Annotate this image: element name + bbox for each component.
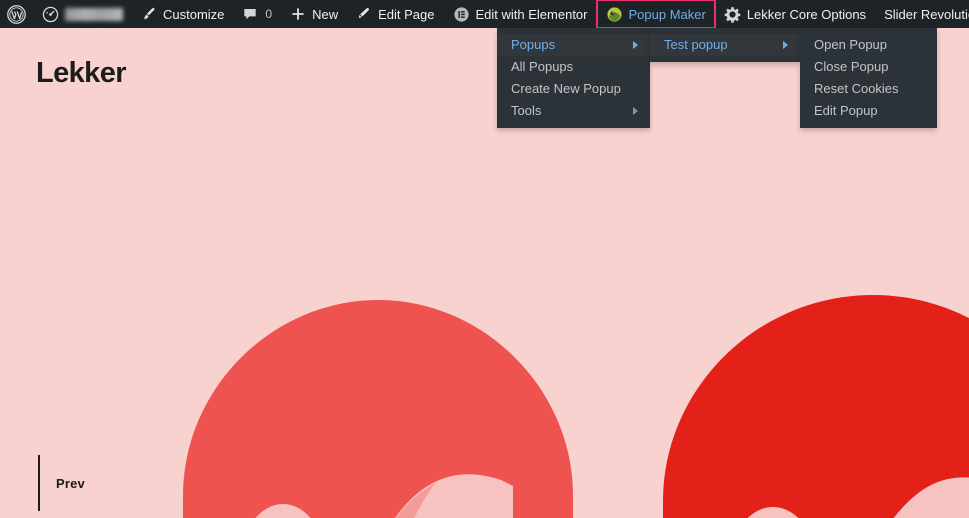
browser-viewport: Lekker Prev Customize 0 New Edit Page Ed…	[0, 0, 969, 518]
page-title: Lekker	[36, 57, 127, 89]
slider-revolution-menu-item[interactable]: Slider Revolution	[875, 0, 969, 28]
edit-with-elementor-label: Edit with Elementor	[475, 6, 588, 22]
menu-item-open-popup[interactable]: Open Popup	[800, 34, 937, 56]
menu-item-tools[interactable]: Tools	[497, 100, 650, 122]
head-illustration-left	[183, 300, 573, 518]
menu-item-all-popups[interactable]: All Popups	[497, 56, 650, 78]
new-content-menu-item[interactable]: New	[281, 0, 347, 28]
menu-item-reset-cookies[interactable]: Reset Cookies	[800, 78, 937, 100]
wordpress-logo-icon	[7, 4, 26, 24]
slider-revolution-label: Slider Revolution	[884, 6, 969, 22]
edit-with-elementor-menu-item[interactable]: Edit with Elementor	[444, 0, 597, 28]
menu-item-edit-popup-label: Edit Popup	[814, 103, 878, 118]
menu-item-close-popup[interactable]: Close Popup	[800, 56, 937, 78]
menu-item-test-popup[interactable]: Test popup	[650, 34, 800, 56]
wp-logo-menu[interactable]	[0, 0, 33, 28]
chevron-right-icon	[783, 41, 788, 49]
menu-item-tools-label: Tools	[511, 103, 542, 118]
popups-submenu: Test popup	[650, 28, 800, 62]
menu-item-popups-label: Popups	[511, 37, 556, 52]
elementor-e-icon	[453, 6, 470, 23]
customize-label: Customize	[163, 6, 225, 22]
popup-maker-icon	[606, 6, 623, 23]
paintbrush-icon	[141, 6, 157, 22]
menu-item-open-popup-label: Open Popup	[814, 37, 888, 52]
menu-item-test-popup-label: Test popup	[664, 37, 728, 52]
new-label: New	[312, 6, 339, 22]
menu-item-all-popups-label: All Popups	[511, 59, 574, 74]
head-illustration-right	[663, 295, 969, 518]
lekker-core-options-label: Lekker Core Options	[746, 6, 867, 22]
menu-item-popups[interactable]: Popups	[497, 34, 650, 56]
edit-page-menu-item[interactable]: Edit Page	[347, 0, 443, 28]
menu-item-reset-cookies-label: Reset Cookies	[814, 81, 899, 96]
site-name-redacted	[65, 7, 123, 21]
comment-bubble-icon	[242, 6, 258, 22]
prev-slide-control[interactable]: Prev	[38, 448, 85, 518]
plus-icon	[290, 6, 306, 22]
menu-item-edit-popup[interactable]: Edit Popup	[800, 100, 937, 122]
chevron-right-icon	[633, 107, 638, 115]
prev-divider	[38, 455, 40, 511]
comments-menu-item[interactable]: 0	[233, 0, 281, 28]
menu-item-create-new-popup[interactable]: Create New Popup	[497, 78, 650, 100]
wp-admin-bar: Customize 0 New Edit Page Edit with Elem…	[0, 0, 969, 29]
menu-item-close-popup-label: Close Popup	[814, 59, 889, 74]
test-popup-submenu: Open Popup Close Popup Reset Cookies Edi…	[800, 28, 937, 128]
menu-item-create-new-popup-label: Create New Popup	[511, 81, 621, 96]
popup-maker-label: Popup Maker	[628, 6, 706, 22]
popup-maker-dropdown: Popups All Popups Create New Popup Tools	[497, 28, 650, 128]
pencil-icon	[356, 6, 372, 22]
popup-maker-menu-item[interactable]: Popup Maker	[595, 0, 716, 29]
edit-page-label: Edit Page	[378, 6, 435, 22]
prev-label: Prev	[56, 475, 85, 491]
comment-count: 0	[265, 7, 273, 21]
customize-menu-item[interactable]: Customize	[132, 0, 233, 28]
dashboard-gauge-icon	[42, 6, 59, 23]
gear-icon	[724, 6, 741, 23]
site-name-menu[interactable]	[33, 0, 132, 28]
lekker-core-options-menu-item[interactable]: Lekker Core Options	[715, 0, 875, 28]
chevron-right-icon	[633, 41, 638, 49]
